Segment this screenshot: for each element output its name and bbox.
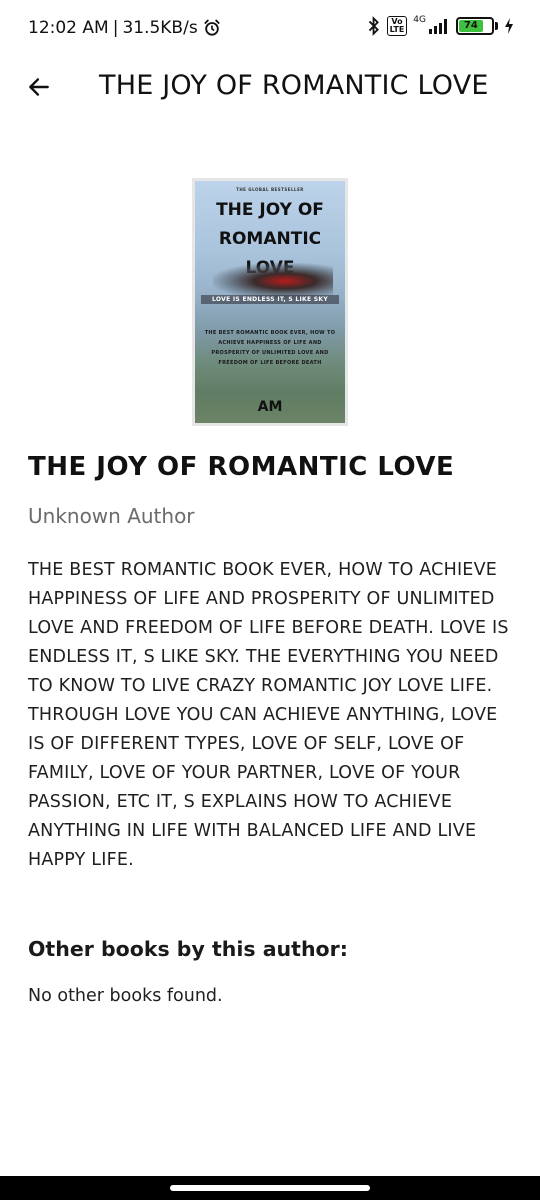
status-separator: | <box>112 18 119 38</box>
cover-skydiver-graphic <box>213 263 333 299</box>
charging-icon <box>504 18 514 34</box>
cover-tagline: LOVE IS ENDLESS IT, S LIKE SKY <box>201 295 339 304</box>
arrow-left-icon <box>26 74 52 100</box>
back-button[interactable] <box>22 70 56 104</box>
alarm-icon <box>202 18 222 38</box>
signal-icon <box>428 17 450 35</box>
book-title: THE JOY OF ROMANTIC LOVE <box>28 452 455 482</box>
status-time: 12:02 AM <box>28 18 109 38</box>
other-books-heading: Other books by this author: <box>28 937 348 961</box>
bluetooth-icon <box>367 16 381 36</box>
cover-blurb: THE BEST ROMANTIC BOOK EVER, HOW TO ACHI… <box>204 330 336 366</box>
app-bar: THE JOY OF ROMANTIC LOVE <box>0 58 540 116</box>
book-description: THE BEST ROMANTIC BOOK EVER, HOW TO ACHI… <box>28 560 509 870</box>
status-net-speed: 31.5KB/s <box>122 18 198 38</box>
cover-bestseller-label: THE GLOBAL BESTSELLER <box>236 187 304 192</box>
cover-author: AM <box>257 399 283 415</box>
status-right: Vo LTE 4G 74 <box>367 15 514 36</box>
no-other-books-message: No other books found. <box>28 986 223 1006</box>
battery-tip <box>495 22 498 30</box>
system-nav-bar <box>0 1176 540 1200</box>
page-title: THE JOY OF ROMANTIC LOVE <box>99 70 489 101</box>
status-left: 12:02 AM | 31.5KB/s <box>28 18 222 38</box>
book-author: Unknown Author <box>28 504 195 528</box>
status-bar: 12:02 AM | 31.5KB/s Vo LTE 4G 74 <box>0 0 540 58</box>
book-cover[interactable]: THE GLOBAL BESTSELLER THE JOY OF ROMANTI… <box>192 178 348 426</box>
home-indicator[interactable] <box>170 1185 370 1191</box>
battery-icon: 74 <box>456 17 494 35</box>
battery-level: 74 <box>459 20 483 32</box>
network-type: 4G <box>413 15 426 25</box>
book-cover-image: THE GLOBAL BESTSELLER THE JOY OF ROMANTI… <box>195 181 345 423</box>
volte-badge: Vo LTE <box>386 16 408 36</box>
